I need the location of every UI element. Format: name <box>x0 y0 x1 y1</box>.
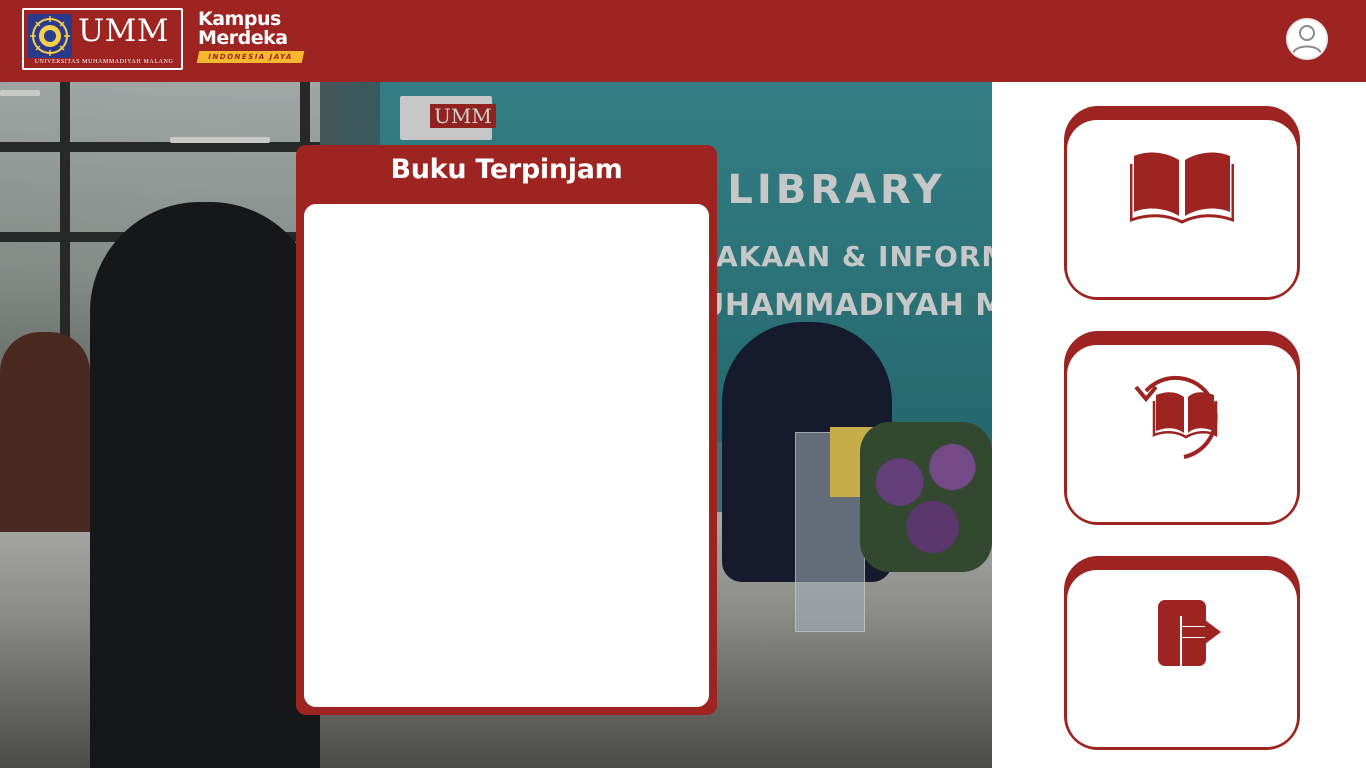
umm-wordmark: UMM <box>78 13 170 49</box>
borrowed-books-title: Buku Terpinjam <box>390 154 623 185</box>
logout-door-icon <box>1158 600 1221 666</box>
borrowed-books-list[interactable] <box>304 204 709 707</box>
app-header: UMM UNIVERSITAS MUHAMMADIYAH MALANG Kamp… <box>0 0 1366 82</box>
user-avatar-icon <box>1292 25 1322 55</box>
menu-books-button[interactable] <box>1064 106 1300 300</box>
kampus-merdeka-logo: Kampus Merdeka INDONESIA JAYA <box>196 10 308 68</box>
umm-logo: UMM UNIVERSITAS MUHAMMADIYAH MALANG <box>22 8 183 70</box>
umm-subtitle: UNIVERSITAS MUHAMMADIYAH MALANG <box>34 59 174 65</box>
open-book-icon <box>1130 152 1234 224</box>
borrowed-books-panel: Buku Terpinjam <box>296 145 717 715</box>
umm-seal-icon <box>28 14 72 58</box>
menu-return-button[interactable] <box>1064 331 1300 525</box>
book-return-icon <box>1134 375 1218 459</box>
kampus-merdeka-line2: Merdeka <box>198 27 288 49</box>
profile-button[interactable] <box>1286 18 1328 60</box>
menu-logout-button[interactable] <box>1064 556 1300 750</box>
kampus-merdeka-ribbon: INDONESIA JAYA <box>196 51 305 63</box>
